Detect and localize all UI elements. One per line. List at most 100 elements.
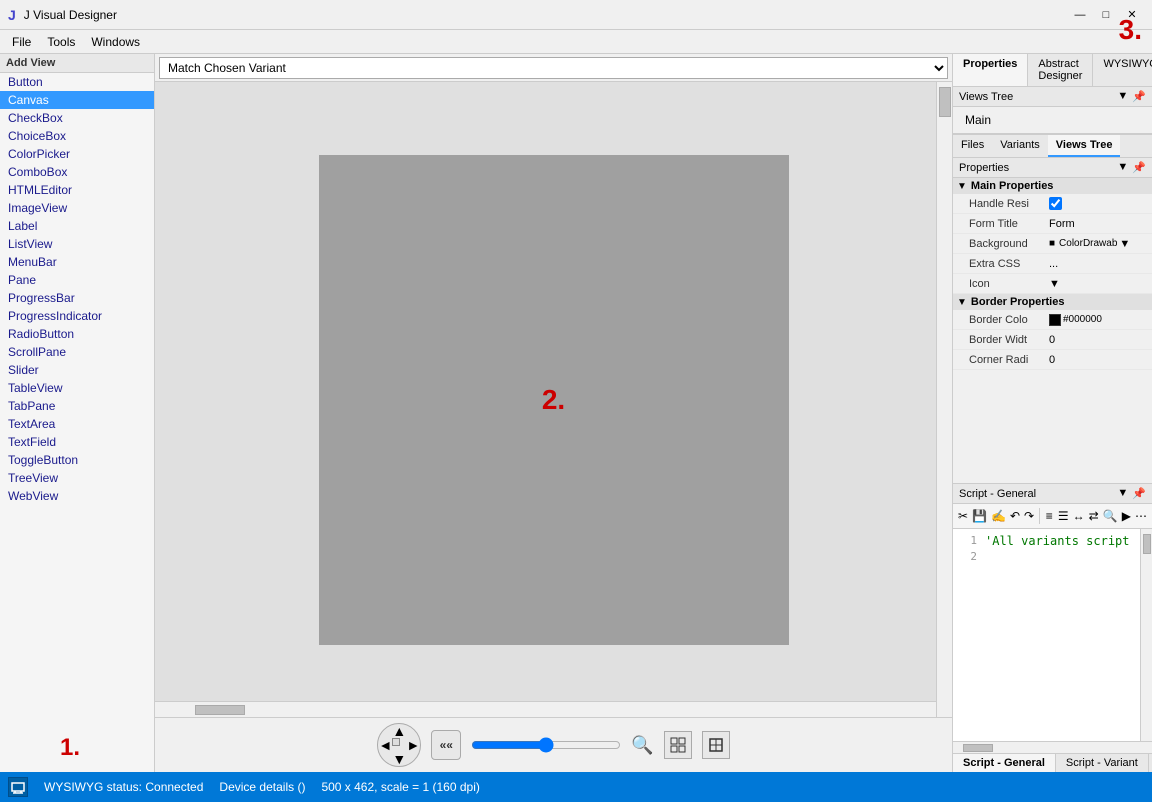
script-tool-more[interactable]: ⋯ bbox=[1134, 506, 1148, 526]
properties-dropdown-icon[interactable]: ▼ bbox=[1117, 161, 1128, 174]
variant-select[interactable]: Match Chosen Variant bbox=[159, 57, 948, 79]
view-item-progressbar[interactable]: ProgressBar bbox=[0, 289, 154, 307]
nav-up[interactable]: ▲ bbox=[392, 724, 406, 738]
view-item-togglebutton[interactable]: ToggleButton bbox=[0, 451, 154, 469]
views-tree-item-main[interactable]: Main bbox=[961, 111, 1144, 129]
script-line-1: 1 'All variants script bbox=[957, 533, 1148, 549]
script-section: Script - General ▼ 📌 ✂ 💾 ✍ ↶ ↷ ≡ ☰ bbox=[953, 484, 1152, 772]
handle-resi-checkbox[interactable] bbox=[1049, 197, 1062, 210]
view-item-checkbox[interactable]: CheckBox bbox=[0, 109, 154, 127]
minimize-button[interactable]: — bbox=[1068, 5, 1092, 25]
script-tool-7[interactable]: ↔ bbox=[1072, 506, 1086, 526]
view-item-imageview[interactable]: ImageView bbox=[0, 199, 154, 217]
left-panel: Add View Button Canvas CheckBox ChoiceBo… bbox=[0, 54, 155, 772]
script-pin-icon[interactable]: 📌 bbox=[1132, 487, 1146, 500]
view-item-menubar[interactable]: MenuBar bbox=[0, 253, 154, 271]
view-item-treeview[interactable]: TreeView bbox=[0, 469, 154, 487]
maximize-button[interactable]: □ bbox=[1094, 5, 1118, 25]
border-color-swatch[interactable] bbox=[1049, 314, 1061, 326]
view-item-colorpicker[interactable]: ColorPicker bbox=[0, 145, 154, 163]
tab-wysiwyg[interactable]: WYSIWYG bbox=[1093, 54, 1152, 86]
nav-right[interactable]: ► bbox=[406, 738, 420, 752]
zoom-slider[interactable] bbox=[471, 737, 621, 753]
view-item-choicebox[interactable]: ChoiceBox bbox=[0, 127, 154, 145]
script-tool-1[interactable]: ✂ bbox=[957, 506, 969, 526]
menu-tools[interactable]: Tools bbox=[39, 33, 83, 51]
view-item-textarea[interactable]: TextArea bbox=[0, 415, 154, 433]
views-tree-pin-icon[interactable]: 📌 bbox=[1132, 90, 1146, 103]
nav-circle[interactable]: ▲ ◄ ► ▼ bbox=[377, 723, 421, 767]
script-tab-variant[interactable]: Script - Variant bbox=[1056, 754, 1149, 772]
view-item-webview[interactable]: WebView bbox=[0, 487, 154, 505]
views-tree-dropdown-icon[interactable]: ▼ bbox=[1117, 90, 1128, 103]
app-icon: J bbox=[8, 7, 16, 23]
hscroll-thumb[interactable] bbox=[195, 705, 245, 715]
border-properties-section-header[interactable]: ▼ Border Properties bbox=[953, 294, 1152, 310]
script-tool-redo[interactable]: ↷ bbox=[1023, 506, 1035, 526]
view-item-combobox[interactable]: ComboBox bbox=[0, 163, 154, 181]
border-props-arrow: ▼ bbox=[957, 297, 967, 308]
script-hscroll-thumb[interactable] bbox=[963, 744, 993, 752]
script-tool-search[interactable]: 🔍 bbox=[1102, 506, 1119, 526]
view-item-listview[interactable]: ListView bbox=[0, 235, 154, 253]
view-item-button[interactable]: Button bbox=[0, 73, 154, 91]
script-tool-play[interactable]: ▶ bbox=[1121, 506, 1132, 526]
fit-button[interactable] bbox=[702, 731, 730, 759]
script-tool-6[interactable]: ☰ bbox=[1057, 506, 1070, 526]
extra-css-value[interactable]: ... bbox=[1049, 258, 1058, 270]
prop-handle-resi: Handle Resi bbox=[953, 194, 1152, 214]
background-value: ColorDrawab bbox=[1059, 238, 1117, 249]
grid-button[interactable] bbox=[664, 731, 692, 759]
script-tool-undo[interactable]: ↶ bbox=[1009, 506, 1021, 526]
menu-windows[interactable]: Windows bbox=[83, 33, 148, 51]
view-item-tabpane[interactable]: TabPane bbox=[0, 397, 154, 415]
nav-down[interactable]: ▼ bbox=[392, 752, 406, 766]
icon-dropdown[interactable]: ▼ bbox=[1049, 278, 1060, 290]
variant-bar: Match Chosen Variant bbox=[155, 54, 952, 82]
properties-pin-icon[interactable]: 📌 bbox=[1132, 161, 1146, 174]
script-vscroll-thumb[interactable] bbox=[1143, 534, 1151, 554]
canvas-inner[interactable]: 2. bbox=[319, 155, 789, 645]
script-tab-general[interactable]: Script - General bbox=[953, 754, 1056, 772]
view-item-scrollpane[interactable]: ScrollPane bbox=[0, 343, 154, 361]
tab-variants[interactable]: Variants bbox=[992, 135, 1048, 157]
script-tool-3[interactable]: ✍ bbox=[990, 506, 1007, 526]
views-tree-header: Views Tree ▼ 📌 bbox=[953, 87, 1152, 107]
script-toolbar: ✂ 💾 ✍ ↶ ↷ ≡ ☰ ↔ ⇄ 🔍 ▶ ⋯ bbox=[953, 504, 1152, 529]
status-text: WYSIWYG status: Connected bbox=[44, 780, 203, 794]
script-dropdown-icon[interactable]: ▼ bbox=[1117, 487, 1128, 500]
tab-files[interactable]: Files bbox=[953, 135, 992, 157]
canvas-vscrollbar[interactable] bbox=[936, 82, 952, 717]
main-properties-section-header[interactable]: ▼ Main Properties bbox=[953, 178, 1152, 194]
back-button[interactable]: «« bbox=[431, 730, 461, 760]
prop-form-title: Form Title Form bbox=[953, 214, 1152, 234]
script-vscrollbar[interactable] bbox=[1140, 529, 1152, 741]
main-properties-label: Main Properties bbox=[971, 180, 1054, 192]
view-item-textfield[interactable]: TextField bbox=[0, 433, 154, 451]
canvas-hscrollbar[interactable] bbox=[155, 701, 936, 717]
view-item-pane[interactable]: Pane bbox=[0, 271, 154, 289]
annotation-2: 2. bbox=[542, 384, 565, 416]
view-item-radiobutton[interactable]: RadioButton bbox=[0, 325, 154, 343]
tab-views-tree[interactable]: Views Tree bbox=[1048, 135, 1121, 157]
nav-left[interactable]: ◄ bbox=[378, 738, 392, 752]
view-item-tableview[interactable]: TableView bbox=[0, 379, 154, 397]
menu-file[interactable]: File bbox=[4, 33, 39, 51]
bottom-right-tabs: Files Variants Views Tree bbox=[953, 134, 1152, 158]
view-item-htmleditor[interactable]: HTMLEditor bbox=[0, 181, 154, 199]
script-hscrollbar[interactable] bbox=[953, 741, 1152, 753]
tab-properties[interactable]: Properties bbox=[953, 54, 1028, 86]
view-item-progressindicator[interactable]: ProgressIndicator bbox=[0, 307, 154, 325]
script-tool-8[interactable]: ⇄ bbox=[1088, 506, 1100, 526]
status-bar: WYSIWYG status: Connected Device details… bbox=[0, 772, 1152, 802]
view-item-canvas[interactable]: Canvas bbox=[0, 91, 154, 109]
view-item-slider[interactable]: Slider bbox=[0, 361, 154, 379]
tab-abstract-designer[interactable]: Abstract Designer bbox=[1028, 54, 1093, 86]
view-item-label[interactable]: Label bbox=[0, 217, 154, 235]
script-tool-2[interactable]: 💾 bbox=[971, 506, 988, 526]
zoom-icon: 🔍 bbox=[631, 735, 653, 756]
vscroll-thumb[interactable] bbox=[939, 87, 951, 117]
script-tool-5[interactable]: ≡ bbox=[1044, 506, 1055, 526]
background-dropdown[interactable]: ▼ bbox=[1119, 238, 1130, 250]
script-header: Script - General ▼ 📌 bbox=[953, 484, 1152, 504]
